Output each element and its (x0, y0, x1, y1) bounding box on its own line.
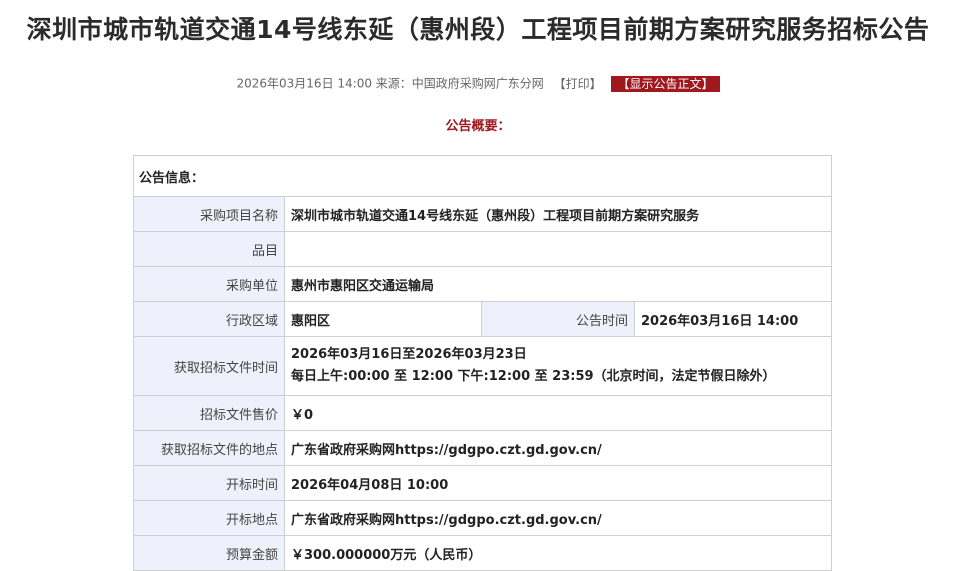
project-name-key: 采购项目名称 (133, 196, 285, 232)
table-row: 行政区域 惠阳区 公告时间 2026年03月16日 14:00 (133, 301, 832, 337)
announce-time-value: 2026年03月16日 14:00 (634, 301, 832, 337)
table-row: 获取招标文件的地点 广东省政府采购网https://gdgpo.czt.gd.g… (133, 430, 832, 466)
budget-value: ￥300.000000万元（人民币） (284, 535, 832, 571)
open-place-value: 广东省政府采购网https://gdgpo.czt.gd.gov.cn/ (284, 500, 832, 536)
info-table-header: 公告信息： (133, 155, 832, 197)
doc-time-hours: 每日上午:00:00 至 12:00 下午:12:00 至 23:59（北京时间… (291, 369, 776, 384)
doc-place-value: 广东省政府采购网https://gdgpo.czt.gd.gov.cn/ (284, 430, 832, 466)
doc-time-value: 2026年03月16日至2026年03月23日 每日上午:00:00 至 12:… (284, 336, 832, 396)
region-value: 惠阳区 (284, 301, 482, 337)
region-key: 行政区域 (133, 301, 285, 337)
item-key: 品目 (133, 231, 285, 267)
table-row: 获取招标文件时间 2026年03月16日至2026年03月23日 每日上午:00… (133, 336, 832, 396)
table-row: 品目 (133, 231, 832, 267)
table-row: 采购单位 惠州市惠阳区交通运输局 (133, 266, 832, 302)
doc-time-key: 获取招标文件时间 (133, 336, 285, 396)
table-row: 招标文件售价 ￥0 (133, 395, 832, 431)
announce-time-key: 公告时间 (481, 301, 635, 337)
open-time-key: 开标时间 (133, 465, 285, 501)
source-text: 来源：中国政府采购网广东分网 (375, 76, 544, 91)
purchaser-key: 采购单位 (133, 266, 285, 302)
info-table: 公告信息： 采购项目名称 深圳市城市轨道交通14号线东延（惠州段）工程项目前期方… (133, 155, 832, 571)
meta-bar: 2026年03月16日 14:00 来源：中国政府采购网广东分网 【打印】 【显… (0, 74, 956, 92)
page-title: 深圳市城市轨道交通14号线东延（惠州段）工程项目前期方案研究服务招标公告 (26, 15, 930, 44)
doc-time-dates: 2026年03月16日至2026年03月23日 (291, 347, 527, 362)
item-value (284, 231, 832, 267)
budget-key: 预算金额 (133, 535, 285, 571)
table-row: 开标地点 广东省政府采购网https://gdgpo.czt.gd.gov.cn… (133, 500, 832, 536)
print-link[interactable]: 【打印】 (554, 77, 602, 91)
table-row: 预算金额 ￥300.000000万元（人民币） (133, 535, 832, 571)
project-name-value: 深圳市城市轨道交通14号线东延（惠州段）工程项目前期方案研究服务 (284, 196, 832, 232)
doc-price-key: 招标文件售价 (133, 395, 285, 431)
purchaser-value: 惠州市惠阳区交通运输局 (284, 266, 832, 302)
publish-datetime: 2026年03月16日 14:00 (236, 76, 372, 91)
summary-heading: 公告概要： (445, 119, 511, 134)
show-body-button[interactable]: 【显示公告正文】 (611, 75, 720, 92)
table-row: 采购项目名称 深圳市城市轨道交通14号线东延（惠州段）工程项目前期方案研究服务 (133, 196, 832, 232)
doc-place-key: 获取招标文件的地点 (133, 430, 285, 466)
table-row: 开标时间 2026年04月08日 10:00 (133, 465, 832, 501)
open-time-value: 2026年04月08日 10:00 (284, 465, 832, 501)
doc-price-value: ￥0 (284, 395, 832, 431)
open-place-key: 开标地点 (133, 500, 285, 536)
